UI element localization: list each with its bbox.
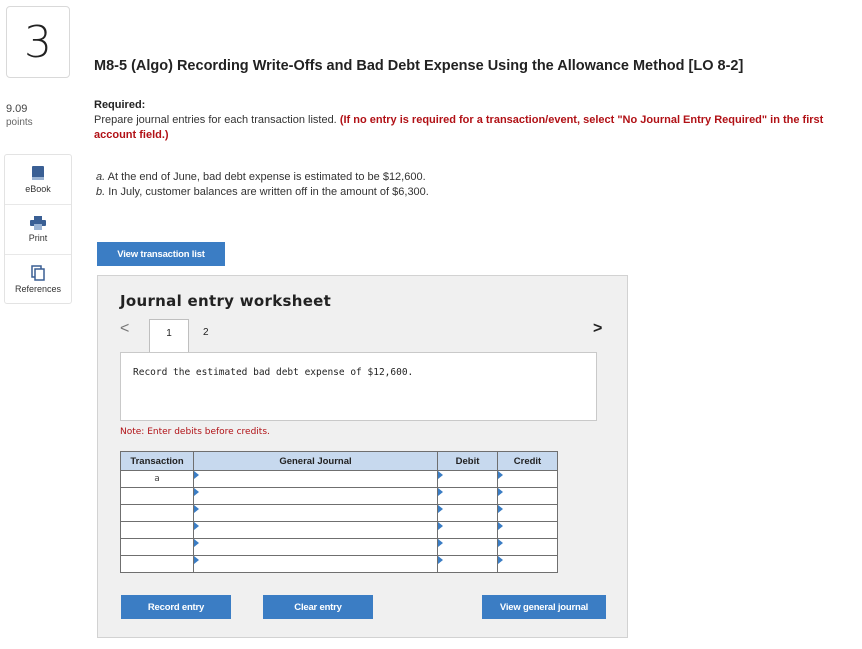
debit-credit-note: Note: Enter debits before credits. <box>120 427 270 437</box>
debit-input[interactable] <box>437 470 498 488</box>
references-label: References <box>14 284 62 294</box>
printer-icon <box>30 216 46 230</box>
table-row <box>120 504 558 522</box>
tab-entry-2[interactable]: 2 <box>203 327 209 338</box>
credit-input[interactable] <box>497 487 558 505</box>
debit-input[interactable] <box>437 487 498 505</box>
required-instructions: Prepare journal entries for each transac… <box>94 113 854 143</box>
transaction-b: b. In July, customer balances are writte… <box>96 186 429 198</box>
header-credit: Credit <box>497 451 558 471</box>
transaction-cell <box>120 487 194 505</box>
print-label: Print <box>28 233 48 243</box>
account-select[interactable] <box>193 470 438 488</box>
documents-icon <box>31 265 45 281</box>
debit-input[interactable] <box>437 538 498 556</box>
journal-table: Transaction General Journal Debit Credit… <box>120 451 558 573</box>
problem-title: M8-5 (Algo) Recording Write-Offs and Bad… <box>94 58 744 74</box>
account-select[interactable] <box>193 521 438 539</box>
journal-entry-worksheet: Journal entry worksheet < 1 2 > Record t… <box>97 275 628 638</box>
credit-input[interactable] <box>497 538 558 556</box>
next-arrow-icon[interactable]: > <box>593 320 602 338</box>
ebook-label: eBook <box>25 184 51 194</box>
points-box: 9.09 points <box>6 103 33 129</box>
debit-input[interactable] <box>437 504 498 522</box>
view-transaction-list-button[interactable]: View transaction list <box>97 242 225 266</box>
table-row <box>120 555 558 573</box>
header-general-journal: General Journal <box>193 451 438 471</box>
account-select[interactable] <box>193 555 438 573</box>
header-transaction: Transaction <box>120 451 194 471</box>
credit-input[interactable] <box>497 504 558 522</box>
table-row: a <box>120 470 558 488</box>
credit-input[interactable] <box>497 470 558 488</box>
print-button[interactable]: Print <box>5 205 71 255</box>
tab-entry-1[interactable]: 1 <box>149 319 189 352</box>
points-value: 9.09 <box>6 103 28 115</box>
credit-input[interactable] <box>497 521 558 539</box>
record-entry-button[interactable]: Record entry <box>121 595 231 619</box>
transaction-cell <box>120 555 194 573</box>
account-select[interactable] <box>193 487 438 505</box>
table-row <box>120 538 558 556</box>
transaction-a: a. At the end of June, bad debt expense … <box>96 171 426 183</box>
debit-input[interactable] <box>437 555 498 573</box>
transaction-cell <box>120 521 194 539</box>
transaction-cell: a <box>120 470 194 488</box>
worksheet-title: Journal entry worksheet <box>120 292 332 310</box>
view-general-journal-button[interactable]: View general journal <box>482 595 606 619</box>
question-number: 3 <box>6 6 70 78</box>
transaction-cell <box>120 538 194 556</box>
table-row <box>120 487 558 505</box>
debit-input[interactable] <box>437 521 498 539</box>
points-label: points <box>6 117 33 128</box>
references-button[interactable]: References <box>5 255 71 304</box>
book-icon <box>32 166 44 180</box>
table-row <box>120 521 558 539</box>
transaction-cell <box>120 504 194 522</box>
header-debit: Debit <box>437 451 498 471</box>
required-text: Prepare journal entries for each transac… <box>94 114 340 126</box>
clear-entry-button[interactable]: Clear entry <box>263 595 373 619</box>
ebook-button[interactable]: eBook <box>5 155 71 205</box>
prev-arrow-icon[interactable]: < <box>120 320 129 338</box>
entry-description: Record the estimated bad debt expense of… <box>120 352 597 421</box>
account-select[interactable] <box>193 504 438 522</box>
account-select[interactable] <box>193 538 438 556</box>
credit-input[interactable] <box>497 555 558 573</box>
transaction-list: a. At the end of June, bad debt expense … <box>96 170 429 200</box>
side-toolbar: eBook Print References <box>4 154 72 304</box>
required-heading: Required: <box>94 99 146 111</box>
